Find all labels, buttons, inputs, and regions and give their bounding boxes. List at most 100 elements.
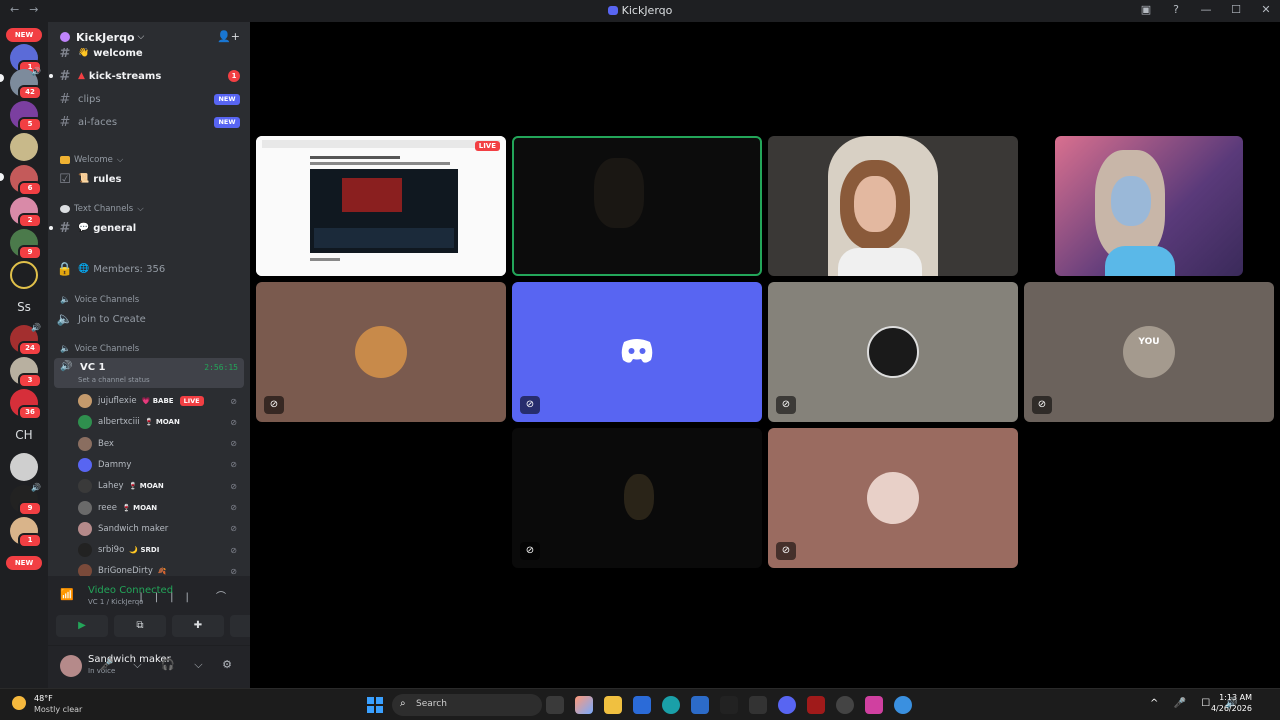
channel-clips[interactable]: # clips NEW <box>56 89 244 109</box>
leo-app-icon[interactable] <box>749 696 767 714</box>
edge-icon[interactable] <box>662 696 680 714</box>
you-label: YOU <box>1138 337 1160 347</box>
voice-user-row[interactable]: Lahey 🍷 MOAN ⊘ <box>78 477 244 495</box>
copilot-icon[interactable] <box>575 696 593 714</box>
category-voice-channels-1[interactable]: 🔈 Voice Channels <box>60 295 139 305</box>
camera-button[interactable]: ▶ <box>56 615 108 637</box>
voice-user-row[interactable]: Bex ⊘ <box>78 435 244 453</box>
screen-share-tile[interactable]: LIVE <box>256 136 506 276</box>
store-icon[interactable] <box>633 696 651 714</box>
server-icon-ss[interactable]: Ss <box>10 293 38 321</box>
channel-rules[interactable]: ☑ 📜 rules <box>56 169 244 189</box>
server-icon-5[interactable]: 6 <box>10 165 42 196</box>
minimize-button[interactable]: — <box>1200 3 1212 16</box>
unread-pip <box>0 74 4 82</box>
voice-user-row[interactable]: albertxciii 🍷 MOAN ⊘ <box>78 413 244 431</box>
channel-welcome[interactable]: # 👋 welcome <box>56 48 244 58</box>
voice-user-row[interactable]: jujuflexie 💗 BABE LIVE ⊘ <box>78 392 244 410</box>
channel-kick-streams[interactable]: # ▲ kick-streams 1 <box>49 66 244 86</box>
voice-tile-couple[interactable]: ⊘ <box>768 428 1018 568</box>
inbox-icon[interactable]: ▣ <box>1140 3 1152 16</box>
maximize-button[interactable]: ☐ <box>1230 3 1242 16</box>
hash-icon: # <box>59 91 71 107</box>
server-icon-12[interactable] <box>10 453 38 481</box>
video-tile-dark[interactable]: ⊘ <box>512 428 762 568</box>
help-icon[interactable]: ? <box>1170 3 1182 16</box>
taskbar-search[interactable]: ⌕ Search <box>392 694 542 716</box>
channel-general[interactable]: # 💬 general <box>49 218 244 238</box>
app-icon-red[interactable] <box>807 696 825 714</box>
server-icon-13[interactable]: 🔊 9 <box>10 483 42 516</box>
server-icon-2[interactable]: 🔊 42 <box>10 67 42 100</box>
new-pill-bottom[interactable]: NEW <box>6 556 42 570</box>
server-icon-4[interactable] <box>10 133 38 161</box>
signal-icon[interactable]: 📶 <box>60 588 74 601</box>
voice-tile-you[interactable]: YOU ⊘ <box>1024 282 1274 422</box>
category-welcome[interactable]: Welcome ⌵ <box>60 155 123 165</box>
voice-tile-bw-avatar[interactable]: ⊘ <box>768 282 1018 422</box>
server-badge: 9 <box>18 245 42 260</box>
server-icon-7[interactable]: 9 <box>10 229 42 260</box>
video-tile-webcam-1[interactable] <box>768 136 1018 276</box>
voice-status-subtitle[interactable]: VC 1 / KickJerqo <box>88 598 143 606</box>
server-icon-11[interactable]: 36 <box>10 389 42 420</box>
chrome-icon[interactable] <box>836 696 854 714</box>
channel-sidebar: KickJerqo ⌵ 👤+ # 👋 welcome # ▲ kick-streams 1… <box>48 22 282 688</box>
speaker-icon: 🔊 <box>60 361 73 372</box>
new-pill-top[interactable]: NEW <box>6 28 42 42</box>
live-badge: LIVE <box>474 141 500 151</box>
video-tile-speaking[interactable] <box>512 136 762 276</box>
app-icon-pink[interactable] <box>865 696 883 714</box>
taskbar-clock[interactable]: 1:13 AM 4/26/2026 <box>1211 693 1252 713</box>
server-icon-6[interactable]: 2 <box>10 197 42 228</box>
voice-user-name: BriGoneDirty <box>98 566 153 577</box>
discord-taskbar-icon[interactable] <box>778 696 796 714</box>
avatar <box>78 394 92 408</box>
channel-label: Join to Create <box>78 313 146 325</box>
app-icon-circle[interactable] <box>894 696 912 714</box>
voice-controls[interactable]: |||| ⌒ <box>139 588 238 603</box>
user-controls[interactable]: 🎤 ⌵ 🎧 ⌵ ⚙ <box>100 658 240 672</box>
invite-people-icon[interactable]: 👤+ <box>217 30 240 43</box>
role-tag: 🍷 MOAN <box>144 418 180 427</box>
server-badge: 2 <box>18 213 42 228</box>
mic-off-icon: ⊘ <box>264 396 284 414</box>
task-view-icon[interactable] <box>546 696 564 714</box>
close-button[interactable]: ✕ <box>1260 3 1272 16</box>
server-icon-14[interactable]: 1 <box>10 517 42 548</box>
server-icon-10[interactable]: 3 <box>10 357 42 388</box>
server-icon-3[interactable]: 5 <box>10 101 42 132</box>
server-icon-8[interactable] <box>10 261 38 289</box>
file-explorer-icon[interactable] <box>604 696 622 714</box>
screen-share-button[interactable]: ⧉ <box>114 615 166 637</box>
speaker-icon: 🔊 <box>31 67 41 76</box>
voice-tile-discord-default[interactable]: ⊘ <box>512 282 762 422</box>
start-button[interactable] <box>367 697 383 713</box>
app-icon-blue[interactable] <box>691 696 709 714</box>
voice-user-row[interactable]: srbi9o 🌙 SRDI ⊘ <box>78 541 244 559</box>
voice-tile-corgi[interactable]: ⊘ <box>256 282 506 422</box>
avatar[interactable] <box>60 655 82 677</box>
wave-icon: 👋 <box>78 48 90 58</box>
category-text-channels[interactable]: Text Channels ⌵ <box>60 204 144 214</box>
server-icon-9[interactable]: 🔊 24 <box>10 323 42 356</box>
activities-button[interactable]: ✚ <box>172 615 224 637</box>
voice-user-row[interactable]: Dammy ⊘ <box>78 456 244 474</box>
channel-status-prompt[interactable]: Set a channel status <box>78 376 150 384</box>
channel-join-to-create[interactable]: 🔈 Join to Create <box>56 309 244 329</box>
shared-screen-thumbnail <box>256 136 506 276</box>
channel-label: kick-streams <box>88 70 162 82</box>
channel-ai-faces[interactable]: # ai-faces NEW <box>56 112 244 132</box>
alien-app-icon[interactable] <box>720 696 738 714</box>
voice-user-name: Sandwich maker <box>98 523 169 534</box>
channel-members[interactable]: 🔒 🌐 Members: 356 <box>56 259 244 279</box>
voice-user-row[interactable]: reee 🍷 MOAN ⊘ <box>78 499 244 517</box>
speaker-icon: 🔊 <box>31 483 41 492</box>
video-tile-webcam-2[interactable] <box>1055 136 1243 276</box>
category-voice-channels-2[interactable]: 🔈 Voice Channels <box>60 344 139 354</box>
voice-user-row[interactable]: Sandwich maker ⊘ <box>78 520 244 538</box>
server-icon-ch[interactable]: CH <box>10 421 38 449</box>
voice-user-name: srbi9o <box>98 545 125 556</box>
voice-channel-vc1[interactable]: 🔊 VC 1 2:56:15 Set a channel status <box>54 358 244 388</box>
channel-label: rules <box>93 173 122 185</box>
